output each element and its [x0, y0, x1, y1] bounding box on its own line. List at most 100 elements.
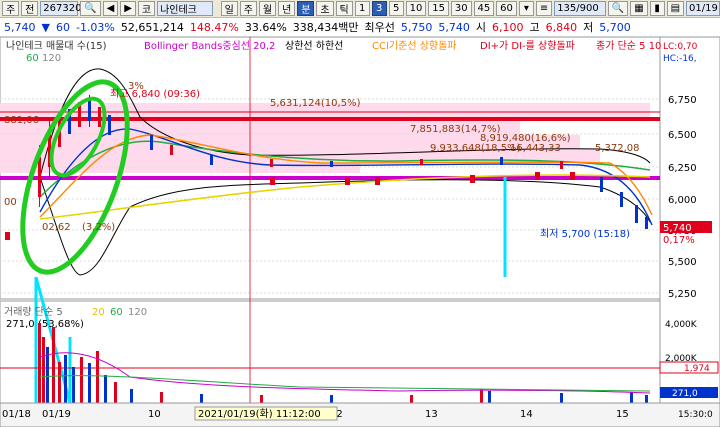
- volume-value-pct: (53,68%): [38, 319, 84, 330]
- chevron-down-icon[interactable]: ▾: [518, 1, 534, 16]
- low-label: 저: [583, 21, 594, 34]
- period-day-button[interactable]: 일: [220, 1, 238, 16]
- best-bid-label: 최우선: [364, 21, 395, 34]
- volume-profile-label: 9,933,648(18,5%): [430, 143, 521, 154]
- open-label: 시: [475, 21, 487, 34]
- volume-legend: 거래량 단순 5: [4, 306, 63, 318]
- price-info-bar: 5,740 ▼ 60 -1.03% 52,651,214 148.47% 33.…: [0, 18, 720, 37]
- period-week-button[interactable]: 주: [239, 1, 257, 16]
- candle: [170, 145, 173, 155]
- price-tick: 5,250: [668, 289, 697, 300]
- search-icon[interactable]: 🔍: [80, 1, 101, 16]
- price-tick: 6,500: [668, 130, 697, 141]
- ma120-legend: 120: [42, 53, 61, 64]
- price-tick: 5,500: [668, 257, 697, 268]
- volume-ratio: 148.47%: [189, 20, 239, 34]
- prev-button[interactable]: 전: [21, 1, 39, 16]
- candle: [500, 157, 503, 165]
- price-change: 60: [55, 20, 70, 34]
- candle: [560, 161, 563, 169]
- volume-bar: [160, 392, 163, 403]
- interval-1-button[interactable]: 1: [354, 1, 370, 16]
- price-change-pct: -1.03%: [75, 20, 115, 34]
- grid-icon[interactable]: ▦: [630, 1, 648, 16]
- ma-legend: 종가 단순 5 10: [596, 40, 661, 52]
- volume-bar: [80, 357, 83, 403]
- volume-profile-label: 881,06: [4, 115, 39, 126]
- trade-volume: 52,651,214: [120, 20, 184, 34]
- volume-bar: [38, 323, 41, 403]
- buy-signal-icon: [345, 177, 350, 185]
- candle: [330, 161, 333, 167]
- period-year-button[interactable]: 년: [278, 1, 296, 16]
- volume-bar: [130, 389, 133, 403]
- volume-legend-20: 20: [92, 307, 105, 318]
- period-second-button[interactable]: 초: [316, 1, 334, 16]
- volume-bar: [104, 375, 107, 403]
- stock-code-input[interactable]: 267320: [40, 1, 81, 16]
- bid-price-2: 5,740: [438, 20, 470, 34]
- calendar-icon[interactable]: ▤: [666, 1, 684, 16]
- chart-toolbar: 주 전 267320 🔍 ◀ ▶ 코 나인테크 일 주 월 년 분 초 틱 1 …: [0, 0, 720, 18]
- volume-bar: [330, 395, 333, 403]
- volume-profile-label: 5,631,124(10,5%): [270, 98, 361, 109]
- buy-signal-icon: [270, 177, 275, 185]
- ma60-legend: 60: [26, 53, 39, 64]
- search-icon[interactable]: 🔍: [607, 1, 629, 16]
- interval-5-button[interactable]: 5: [388, 1, 404, 16]
- chart-area[interactable]: 최고 6,840 (09:36) 5,631,124(10,5%) 7,851,…: [0, 36, 720, 427]
- volume-level-label: 1,974: [684, 364, 710, 374]
- stock-market-button[interactable]: 코: [137, 1, 156, 16]
- time-label: 14: [520, 409, 533, 420]
- count-input[interactable]: 135/900: [554, 1, 606, 16]
- volume-legend-120: 120: [128, 307, 147, 318]
- high-label: 고: [529, 21, 540, 34]
- volume-bar: [88, 363, 91, 403]
- price-tick: 6,750: [668, 95, 697, 106]
- time-axis-end-label: 15:30:0: [678, 410, 713, 420]
- volume-profile-label: 3%: [128, 81, 144, 92]
- time-label: 01/19: [42, 409, 71, 420]
- volume-bar: [410, 395, 413, 403]
- bollinger-legend: Bollinger Bands중심선 20,2: [144, 40, 275, 52]
- buy-signal-icon: [570, 172, 575, 180]
- back-icon[interactable]: ◀: [102, 1, 119, 16]
- interval-30-button[interactable]: 30: [450, 1, 472, 16]
- volume-bar: [200, 394, 203, 403]
- volume-legend-60: 60: [110, 307, 123, 318]
- period-month-button[interactable]: 월: [258, 1, 277, 16]
- period-minute-button[interactable]: 분: [297, 1, 315, 16]
- interval-10-button[interactable]: 10: [405, 1, 427, 16]
- menu-icon[interactable]: ≡: [535, 1, 553, 16]
- volume-current-label: 271,0: [672, 389, 698, 399]
- time-label: 15: [616, 409, 629, 420]
- volume-value: 271,0: [6, 319, 35, 330]
- interval-60-button[interactable]: 60: [496, 1, 517, 16]
- volume-profile-label: 00: [4, 197, 17, 208]
- time-label: 10: [148, 409, 161, 420]
- candle: [635, 205, 638, 223]
- main-legend: 나인테크 매물대 수(15): [6, 40, 107, 52]
- volume-bar: [58, 362, 61, 403]
- interval-3-button[interactable]: 3: [371, 1, 387, 16]
- price-axis-pane: [659, 36, 720, 404]
- chart-icon[interactable]: ▮: [649, 1, 665, 16]
- period-tick-button[interactable]: 틱: [335, 1, 353, 16]
- candlestick-chart[interactable]: 최고 6,840 (09:36) 5,631,124(10,5%) 7,851,…: [0, 36, 720, 427]
- date-input[interactable]: 01/19: [686, 1, 720, 16]
- volume-bar: [645, 395, 648, 403]
- right-legend-lc: LC:0,70: [663, 42, 698, 52]
- current-price-label: 5,740: [663, 223, 692, 234]
- chart-type-button[interactable]: 주: [2, 1, 20, 16]
- stock-name-field[interactable]: 나인테크: [157, 1, 213, 16]
- high-price: 6,840: [545, 20, 578, 34]
- forward-icon[interactable]: ▶: [120, 1, 136, 16]
- interval-15-button[interactable]: 15: [428, 1, 449, 16]
- change-arrow-icon: ▼: [41, 20, 50, 34]
- buy-signal-icon: [5, 232, 10, 240]
- volume-profile-label: 16,443,33: [510, 143, 561, 154]
- dmi-legend: DI+가 DI-를 상향돌파: [480, 40, 575, 52]
- interval-45-button[interactable]: 45: [473, 1, 495, 16]
- volume-profile-label: (3,2%): [82, 222, 115, 233]
- bid-price-1: 5,750: [400, 20, 433, 34]
